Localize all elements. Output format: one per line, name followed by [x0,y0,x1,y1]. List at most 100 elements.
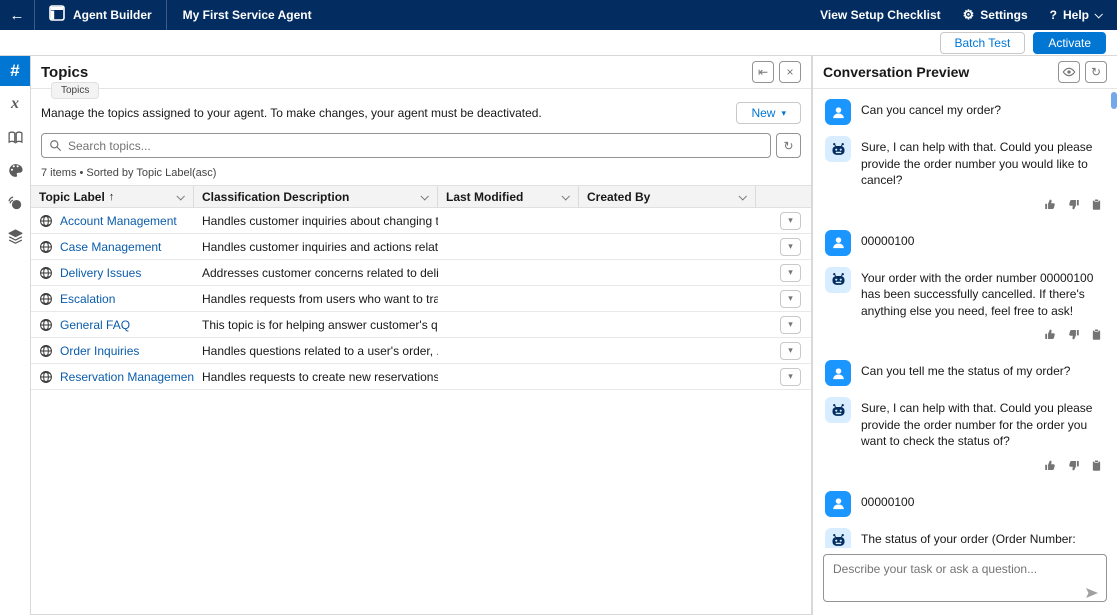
sidebar-item-theme[interactable] [0,155,30,185]
batch-test-button[interactable]: Batch Test [940,32,1026,54]
refresh-icon: ↻ [783,139,793,153]
feedback-bar [825,459,1103,477]
user-message: 00000100 [825,230,1105,256]
search-topics-input[interactable] [41,133,771,158]
close-panel-button[interactable]: × [779,61,801,83]
help-question-icon: ? [1050,8,1057,22]
new-topic-button[interactable]: New ▾ [736,102,801,124]
globe-topic-icon [39,266,53,280]
row-actions-button[interactable]: ▾ [780,238,801,256]
sidebar-item-versions[interactable] [0,221,30,251]
user-avatar-icon [825,230,851,256]
message-list: Can you cancel my order? Sure, I can help… [813,89,1117,548]
thumbs-up-icon[interactable] [1044,459,1057,477]
bot-avatar-icon [825,397,851,423]
table-row: General FAQThis topic is for helping ans… [31,312,811,338]
palette-icon [7,162,24,179]
topic-label-link[interactable]: Delivery Issues [60,266,141,280]
variable-icon: x [11,95,19,113]
chevron-down-icon [1094,10,1102,18]
row-actions-button[interactable]: ▾ [780,342,801,360]
row-actions-button[interactable]: ▾ [780,368,801,386]
collapse-panel-button[interactable]: ⇤ [752,61,774,83]
thumbs-down-icon[interactable] [1067,459,1080,477]
topic-label-link[interactable]: Account Management [60,214,177,228]
row-actions-button[interactable]: ▾ [780,264,801,282]
activate-button[interactable]: Activate [1033,32,1106,54]
layers-icon [7,228,24,245]
user-avatar-icon [825,360,851,386]
topics-table: Topic Label↑Classification DescriptionLa… [31,185,811,390]
globe-topic-icon [39,344,53,358]
message-text: Your order with the order number 0000010… [861,267,1105,320]
message-text: 00000100 [861,230,914,256]
table-row: Account ManagementHandles customer inqui… [31,208,811,234]
settings-link[interactable]: ⚙ Settings [963,7,1028,23]
column-header-created-by[interactable]: Created By [579,186,756,207]
table-row: Escalation Handles requests from users wh… [31,286,811,312]
bot-avatar-icon [825,267,851,293]
table-row: Reservation ManagementHandles requests t… [31,364,811,390]
sidebar-item-channels[interactable] [0,188,30,218]
globe-topic-icon [39,240,53,254]
column-header-topic-label[interactable]: Topic Label↑ [31,186,194,207]
help-menu[interactable]: ? Help [1050,8,1101,22]
topics-description: Manage the topics assigned to your agent… [41,106,542,120]
table-row: Case Management Handles customer inquirie… [31,234,811,260]
search-icon [49,139,62,152]
chevron-down-icon [561,192,569,200]
sidebar-item-topics[interactable]: # [0,56,30,86]
agent-name: My First Service Agent [183,8,312,22]
bot-message: Sure, I can help with that. Could you pl… [825,136,1105,189]
clipboard-icon[interactable] [1090,328,1103,346]
topic-label-link[interactable]: Order Inquiries [60,344,139,358]
signal-globe-icon [7,195,24,212]
classification-description-cell: Handles requests from users who want to … [194,292,438,306]
chevron-down-icon [738,192,746,200]
clipboard-icon[interactable] [1090,198,1103,216]
topic-label-link[interactable]: General FAQ [60,318,130,332]
column-header-classification-description[interactable]: Classification Description [194,186,438,207]
sidebar-item-variables[interactable]: x [0,89,30,119]
conversation-input[interactable] [823,554,1107,602]
thumbs-down-icon[interactable] [1067,328,1080,346]
column-header-last-modified[interactable]: Last Modified [438,186,579,207]
gear-icon: ⚙ [963,7,975,23]
hash-icon: # [10,61,19,81]
feedback-bar [825,328,1103,346]
row-actions-button[interactable]: ▾ [780,290,801,308]
refresh-icon: ↻ [1091,65,1101,79]
topic-label-link[interactable]: Reservation Management [60,370,194,384]
globe-topic-icon [39,214,53,228]
classification-description-cell: Handles questions related to a user's or… [194,344,438,358]
view-setup-checklist-link[interactable]: View Setup Checklist [820,8,941,22]
table-row: Delivery IssuesAddresses customer concer… [31,260,811,286]
scrollbar-thumb[interactable] [1111,92,1117,109]
list-summary: 7 items • Sorted by Topic Label(asc) [31,158,811,185]
eye-icon [1062,65,1076,79]
message-text: The status of your order (Order Number: … [861,528,1105,548]
user-message: Can you cancel my order? [825,99,1105,125]
action-toolbar: Batch Test Activate [0,30,1117,55]
row-actions-button[interactable]: ▾ [780,316,801,334]
topic-label-link[interactable]: Case Management [60,240,161,254]
sidebar-item-knowledge[interactable] [0,122,30,152]
globe-topic-icon [39,292,53,306]
preview-visibility-button[interactable] [1058,61,1080,83]
refresh-list-button[interactable]: ↻ [776,133,801,158]
row-actions-button[interactable]: ▾ [780,212,801,230]
restart-conversation-button[interactable]: ↻ [1085,61,1107,83]
bot-avatar-icon [825,528,851,548]
classification-description-cell: Handles customer inquiries and actions r… [194,240,438,254]
thumbs-up-icon[interactable] [1044,328,1057,346]
conversation-preview-panel: Conversation Preview ↻ Can you cancel my… [812,56,1117,615]
thumbs-up-icon[interactable] [1044,198,1057,216]
clipboard-icon[interactable] [1090,459,1103,477]
app-section[interactable]: Agent Builder [34,0,167,30]
message-text: 00000100 [861,491,914,517]
back-arrow-icon[interactable]: ← [0,7,34,24]
thumbs-down-icon[interactable] [1067,198,1080,216]
bot-message: The status of your order (Order Number: … [825,528,1105,548]
topic-label-link[interactable]: Escalation [60,292,115,306]
send-icon[interactable] [1085,587,1099,599]
